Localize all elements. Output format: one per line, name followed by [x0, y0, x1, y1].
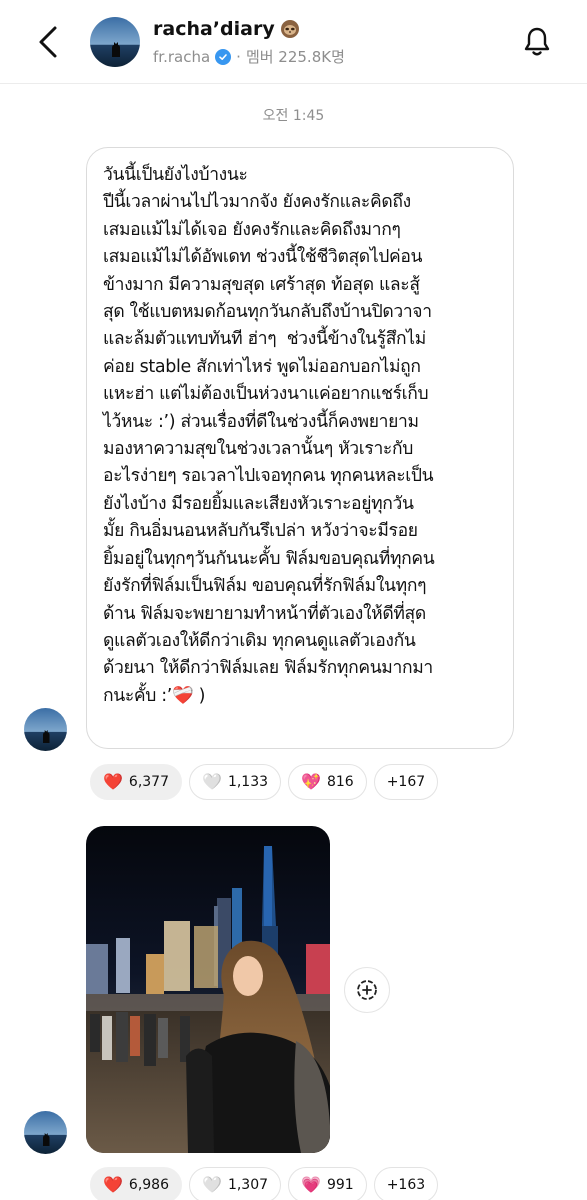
photo-message[interactable]: [86, 826, 330, 1153]
channel-title: racha’diary: [153, 18, 275, 40]
more-reactions-count: +167: [386, 774, 426, 790]
more-reactions-count: +163: [386, 1177, 426, 1193]
separator-dot: ·: [236, 47, 241, 66]
chat-header: racha’diary fr.racha · 멤버 225.8K명: [0, 0, 587, 84]
channel-username: fr.racha: [153, 47, 211, 66]
notifications-button[interactable]: [519, 24, 555, 60]
message-timestamp: 오전 1:45: [262, 108, 325, 124]
sender-avatar[interactable]: [24, 708, 67, 751]
reaction-count: 6,377: [128, 774, 170, 790]
reaction-pink-heart[interactable]: 💗 991: [288, 1167, 367, 1200]
reactions-row: ❤️ 6,377 🤍 1,133 💖 816 +167: [90, 764, 439, 800]
chevron-left-icon: [39, 26, 57, 58]
sparkling-heart-icon: 💖: [301, 772, 321, 791]
reaction-count: 816: [326, 774, 354, 790]
reaction-count: 1,307: [227, 1177, 269, 1193]
white-heart-icon: 🤍: [202, 772, 222, 791]
channel-title-row[interactable]: racha’diary: [153, 18, 301, 40]
reaction-white-heart[interactable]: 🤍 1,133: [189, 764, 282, 800]
member-count: 멤버 225.8K명: [245, 48, 345, 66]
verified-badge-icon: [215, 48, 232, 65]
reactions-row: ❤️ 6,986 🤍 1,307 💗 991 +163: [90, 1167, 439, 1200]
reaction-count: 6,986: [128, 1177, 170, 1193]
reaction-red-heart[interactable]: ❤️ 6,986: [90, 1167, 183, 1200]
pink-heart-icon: 💗: [301, 1175, 321, 1194]
add-to-collection-icon: [357, 980, 377, 1000]
back-button[interactable]: [28, 22, 68, 62]
sloth-emoji-icon: [280, 20, 299, 38]
message-text: วันนี้เป็นยังไงบ้างนะ ปีนี้เวลาผ่านไปไวม…: [103, 165, 435, 706]
reaction-count: 1,133: [227, 774, 269, 790]
save-photo-button[interactable]: [344, 967, 390, 1013]
red-heart-icon: ❤️: [103, 772, 123, 791]
reaction-count: 991: [326, 1177, 354, 1193]
reaction-sparkling-heart[interactable]: 💖 816: [288, 764, 367, 800]
sender-avatar[interactable]: [24, 1111, 67, 1154]
message-bubble[interactable]: วันนี้เป็นยังไงบ้างนะ ปีนี้เวลาผ่านไปไวม…: [86, 147, 514, 749]
channel-subtitle: fr.racha · 멤버 225.8K명: [153, 46, 345, 67]
reaction-white-heart[interactable]: 🤍 1,307: [189, 1167, 282, 1200]
more-reactions-button[interactable]: +167: [373, 764, 439, 800]
white-heart-icon: 🤍: [202, 1175, 222, 1194]
more-reactions-button[interactable]: +163: [373, 1167, 439, 1200]
red-heart-icon: ❤️: [103, 1175, 123, 1194]
reaction-red-heart[interactable]: ❤️ 6,377: [90, 764, 183, 800]
channel-avatar[interactable]: [90, 17, 140, 67]
bell-icon: [524, 27, 550, 56]
night-skyline-photo: [86, 826, 330, 1153]
